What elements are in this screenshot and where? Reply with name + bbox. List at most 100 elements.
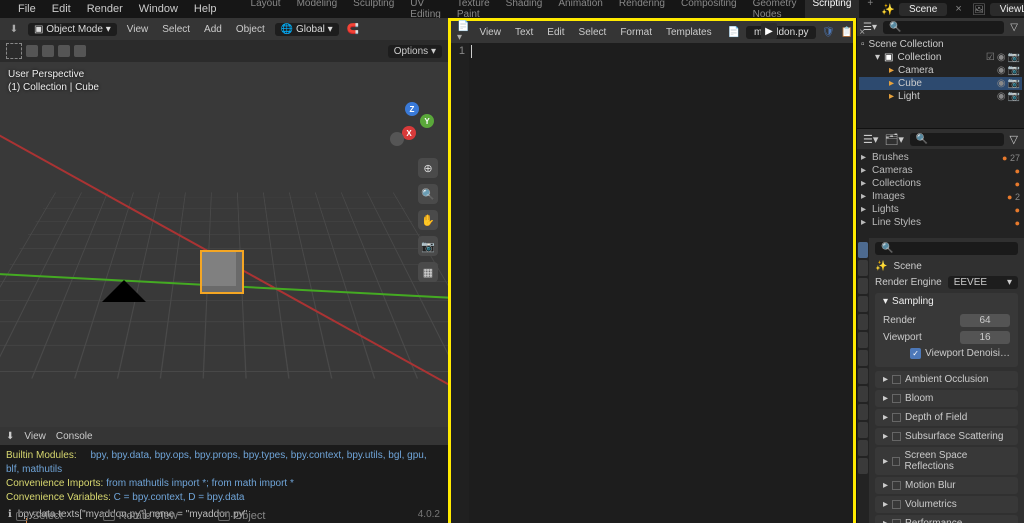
cursor-tool-icon[interactable]	[6, 43, 22, 59]
prop-tab-physics[interactable]	[858, 386, 868, 402]
viewlayer-selector[interactable]: 🖼 ViewLayer ×	[972, 3, 1024, 16]
mode-selector[interactable]: ▣ Object Mode ▾	[28, 23, 117, 36]
text-filename-field[interactable]: myaddon.py	[746, 26, 816, 39]
viewport-menu-select[interactable]: Select	[158, 23, 194, 36]
checkbox-icon[interactable]: ☑	[986, 52, 995, 63]
scene-pin-icon[interactable]: ✨	[875, 261, 887, 272]
prop-tab-constraint[interactable]	[858, 404, 868, 420]
gizmo-neg-icon[interactable]	[390, 132, 404, 146]
3d-viewport[interactable]: User Perspective (1) Collection | Cube Z…	[0, 62, 448, 427]
render-samples-field[interactable]: 64	[960, 314, 1010, 327]
prop-panel-performance[interactable]: ▸Performance	[875, 515, 1018, 523]
render-icon[interactable]: 📷	[1008, 78, 1020, 89]
menu-render[interactable]: Render	[79, 3, 131, 15]
prop-tab-material[interactable]	[858, 440, 868, 456]
prop-tab-viewlayer[interactable]	[858, 278, 868, 294]
blendfile-cat-lights[interactable]: ▸Lights●	[861, 203, 1020, 216]
blendfile-cat-collections[interactable]: ▸Collections●	[861, 177, 1020, 190]
viewport-tool-0[interactable]: ⊕	[418, 158, 438, 178]
outliner-collection[interactable]: ▾ ▣ Collection ☑◉📷	[859, 51, 1022, 64]
gizmo-z-icon[interactable]: Z	[405, 102, 419, 116]
prop-panel-volumetrics[interactable]: ▸Volumetrics	[875, 496, 1018, 513]
shading-icon-4[interactable]	[74, 45, 86, 57]
options-dropdown[interactable]: Options ▾	[388, 45, 442, 58]
prop-tab-object[interactable]	[858, 332, 868, 348]
text-menu-templates[interactable]: Templates	[662, 26, 716, 39]
console-menu-view[interactable]: View	[24, 431, 46, 442]
scene-selector[interactable]: ✨ Scene ×	[881, 3, 966, 16]
eye-icon[interactable]: ◉	[997, 78, 1006, 89]
shield-icon[interactable]: 🛡	[822, 24, 835, 40]
render-icon[interactable]: 📷	[1008, 65, 1020, 76]
viewlayer-name-field[interactable]: ViewLayer	[990, 3, 1024, 16]
render-icon[interactable]: 📷	[1008, 52, 1020, 63]
camera-object[interactable]	[102, 280, 146, 302]
prop-tab-render[interactable]	[858, 242, 868, 258]
render-icon[interactable]: 📷	[1008, 91, 1020, 102]
orientation-selector[interactable]: 🌐 Global ▾	[275, 23, 339, 36]
console-editor-type-icon[interactable]: ⬇	[6, 431, 14, 442]
code-area[interactable]	[469, 43, 853, 523]
render-engine-dropdown[interactable]: EEVEE▾	[948, 276, 1018, 289]
panel-checkbox-icon[interactable]	[892, 413, 901, 422]
blendfile-cat-brushes[interactable]: ▸Brushes● 27	[861, 151, 1020, 164]
viewport-menu-add[interactable]: Add	[200, 23, 226, 36]
scene-datablock-row[interactable]: ✨ Scene	[875, 261, 1018, 272]
menu-file[interactable]: File	[10, 3, 44, 15]
text-menu-select[interactable]: Select	[575, 26, 611, 39]
prop-tab-scene[interactable]	[858, 296, 868, 312]
outliner-search[interactable]: 🔍	[883, 21, 1004, 34]
prop-panel-bloom[interactable]: ▸Bloom	[875, 390, 1018, 407]
text-menu-view[interactable]: View	[475, 26, 505, 39]
panel-checkbox-icon[interactable]	[892, 500, 901, 509]
shading-icon-2[interactable]	[42, 45, 54, 57]
shading-icon-3[interactable]	[58, 45, 70, 57]
prop-tab-world[interactable]	[858, 314, 868, 330]
prop-tab-modifier[interactable]	[858, 350, 868, 366]
texteditor-type-icon[interactable]: 📄▾	[457, 24, 469, 40]
prop-tab-texture[interactable]	[858, 458, 868, 474]
cube-object[interactable]	[200, 250, 244, 294]
outliner-item-camera[interactable]: ▸Camera◉📷	[859, 64, 1022, 77]
navigation-gizmo[interactable]: Z Y X	[390, 102, 434, 146]
viewport-tool-1[interactable]: 🔍	[418, 184, 438, 204]
text-menu-format[interactable]: Format	[616, 26, 656, 39]
panel-checkbox-icon[interactable]	[892, 432, 901, 441]
shading-icon[interactable]	[26, 45, 38, 57]
editor-type-icon[interactable]: ⬇	[6, 21, 22, 37]
console-menu-console[interactable]: Console	[56, 431, 93, 442]
blendfile-filter-icon[interactable]: ▽	[1010, 133, 1018, 146]
eye-icon[interactable]: ◉	[997, 91, 1006, 102]
properties-tabs[interactable]	[857, 238, 869, 523]
properties-search[interactable]: 🔍	[875, 242, 1018, 255]
eye-icon[interactable]: ◉	[997, 65, 1006, 76]
snap-icon[interactable]: 🧲	[345, 21, 361, 37]
text-datablock-icon[interactable]: 📄	[728, 24, 740, 40]
panel-checkbox-icon[interactable]	[892, 481, 901, 490]
eye-icon[interactable]: ◉	[997, 52, 1006, 63]
viewport-tool-2[interactable]: ✋	[418, 210, 438, 230]
text-menu-text[interactable]: Text	[511, 26, 537, 39]
panel-checkbox-icon[interactable]	[892, 375, 901, 384]
viewport-menu-view[interactable]: View	[123, 23, 153, 36]
blendfile-cat-cameras[interactable]: ▸Cameras●	[861, 164, 1020, 177]
prop-tab-particles[interactable]	[858, 368, 868, 384]
menu-edit[interactable]: Edit	[44, 3, 79, 15]
blendfile-type-icon[interactable]: ☰▾	[863, 133, 878, 146]
outliner-tree[interactable]: ▫ Scene Collection ▾ ▣ Collection ☑◉📷 ▸C…	[857, 36, 1024, 128]
outliner-item-light[interactable]: ▸Light◉📷	[859, 90, 1022, 103]
prop-panel-screen-space-reflections[interactable]: ▸Screen Space Reflections	[875, 447, 1018, 475]
blendfile-search[interactable]: 🔍	[910, 133, 1004, 146]
unlink-text-icon[interactable]: ×	[859, 24, 865, 40]
viewport-denoise-checkbox[interactable]: ✓ Viewport Denoisi…	[883, 346, 1010, 361]
menu-window[interactable]: Window	[131, 3, 186, 15]
blendfile-cat-images[interactable]: ▸Images● 2	[861, 190, 1020, 203]
text-menu-edit[interactable]: Edit	[543, 26, 568, 39]
scene-name-field[interactable]: Scene	[899, 3, 947, 16]
blendfile-display-icon[interactable]: 🗂▾	[884, 133, 904, 146]
blendfile-list[interactable]: ▸Brushes● 27▸Cameras● ▸Collections● ▸Ima…	[857, 149, 1024, 238]
gizmo-y-icon[interactable]: Y	[420, 114, 434, 128]
outliner-filter-icon[interactable]: ▽	[1010, 22, 1018, 33]
prop-tab-output[interactable]	[858, 260, 868, 276]
prop-panel-subsurface-scattering[interactable]: ▸Subsurface Scattering	[875, 428, 1018, 445]
